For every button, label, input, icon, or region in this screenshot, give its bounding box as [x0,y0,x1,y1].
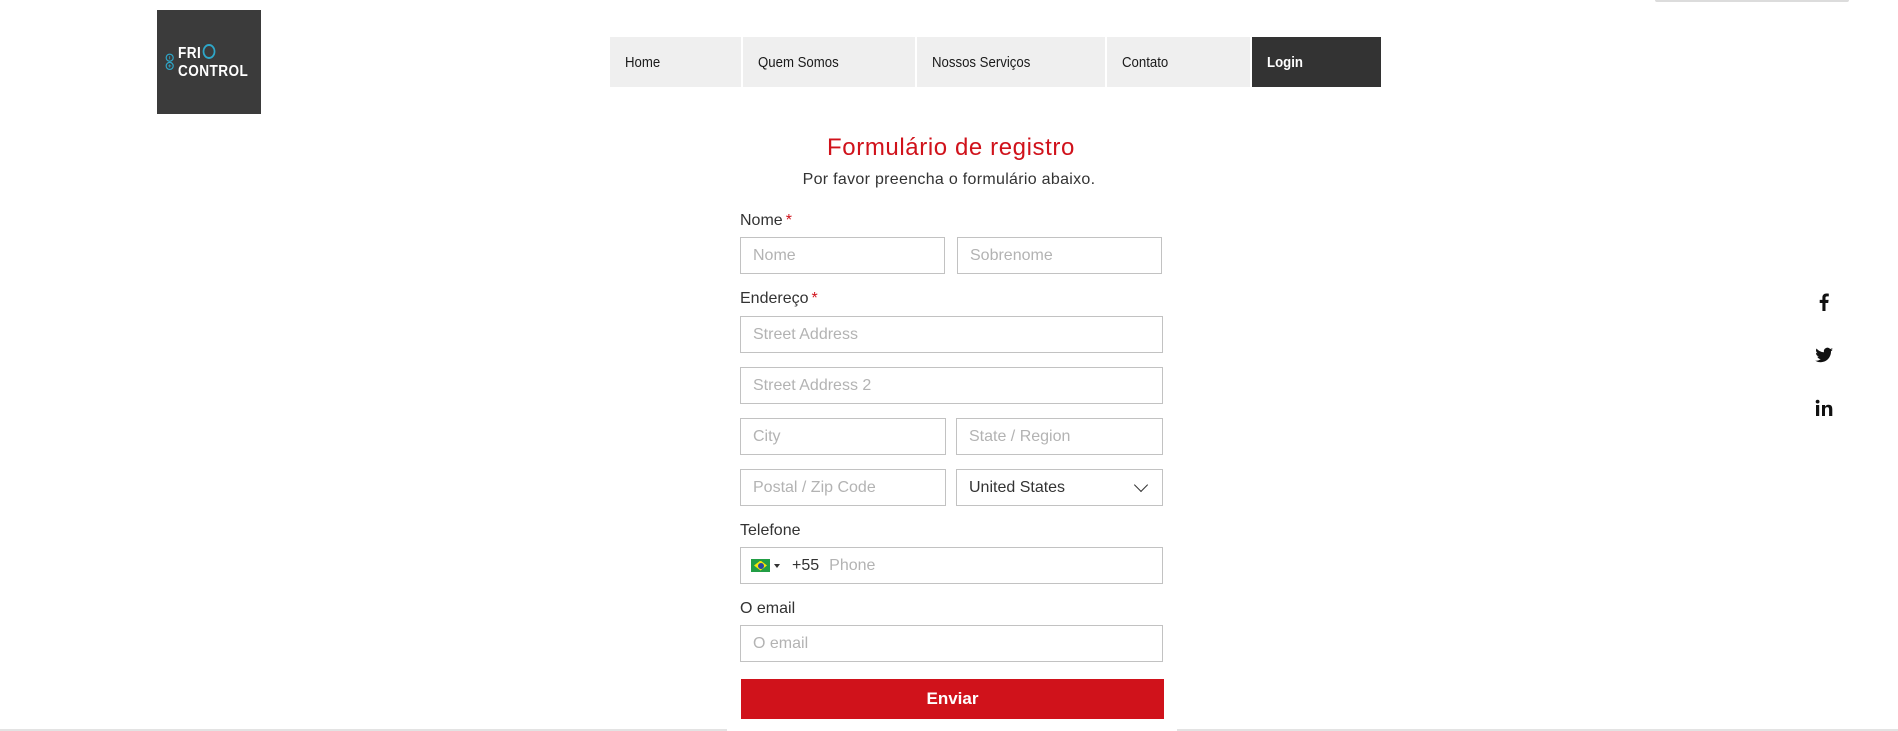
logo-line-1: FRI [178,44,202,62]
country-select[interactable]: United States [956,469,1163,506]
top-right-widget-edge [1655,0,1849,2]
required-mark: * [811,290,818,307]
site-logo[interactable]: FRI CONTROL [157,10,261,114]
street-address-input[interactable] [740,316,1163,353]
social-bar [1812,290,1836,449]
address-label-text: Endereço [740,290,809,307]
chevron-down-icon [1133,477,1149,493]
linkedin-icon[interactable] [1812,396,1836,420]
nav-item-quem-somos[interactable]: Quem Somos [743,37,915,87]
caret-down-icon[interactable] [774,563,780,568]
address-label: Endereço * [740,290,818,308]
name-label: Nome * [740,212,792,230]
nav-item-login[interactable]: Login [1252,37,1381,87]
twitter-icon[interactable] [1812,343,1836,367]
city-input[interactable] [740,418,946,455]
nav-item-label: Quem Somos [758,53,839,71]
phone-input[interactable] [829,556,1152,575]
logo-line-2: CONTROL [178,62,249,80]
name-label-text: Nome [740,212,783,229]
nav-item-contato[interactable]: Contato [1107,37,1250,87]
nav-item-nossos-servicos[interactable]: Nossos Serviços [917,37,1105,87]
submit-button[interactable]: Enviar [741,679,1164,719]
country-select-value: United States [969,478,1066,496]
state-region-input[interactable] [956,418,1163,455]
last-name-input[interactable] [957,237,1162,274]
snowflake-ring-icon [203,43,217,59]
phone-field: +55 [740,547,1163,584]
phone-label: Telefone [740,522,801,539]
logo-wordmark: FRI CONTROL [178,43,249,81]
email-label: O email [740,600,796,617]
nav-item-label: Home [625,53,661,71]
nav-item-home[interactable]: Home [610,37,741,87]
nav-item-label: Login [1267,53,1303,71]
email-input[interactable] [740,625,1163,662]
postal-code-input[interactable] [740,469,946,506]
first-name-input[interactable] [740,237,945,274]
facebook-icon[interactable] [1812,290,1836,314]
frio-control-logo-icon [165,53,174,71]
main-nav: Home Quem Somos Nossos Serviços Contato … [610,37,1381,87]
dial-code: +55 [792,556,820,574]
form-subtitle: Por favor preencha o formulário abaixo. [802,171,1096,188]
form-container-bottom [727,721,1177,731]
form-title: Formulário de registro [827,134,1075,161]
nav-item-label: Nossos Serviços [932,53,1031,71]
brazil-flag-icon[interactable] [751,559,770,572]
required-mark: * [785,212,792,229]
street-address-2-input[interactable] [740,367,1163,404]
nav-item-label: Contato [1122,53,1169,71]
